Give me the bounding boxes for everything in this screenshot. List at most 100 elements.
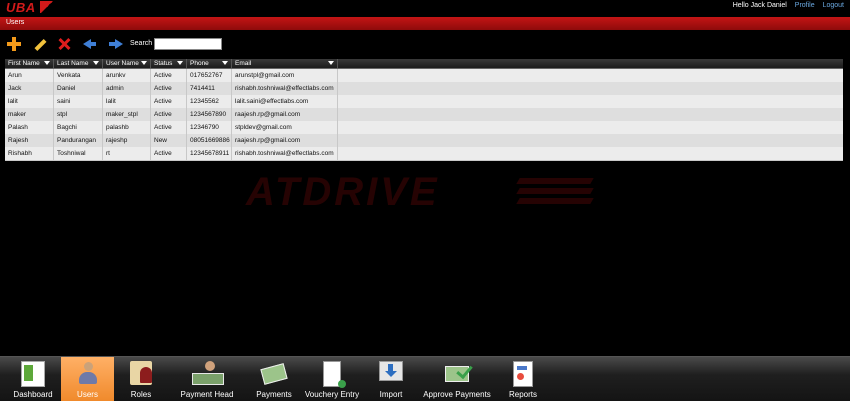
nav-label: Payment Head [180, 390, 234, 399]
cell-email: stpldev@gmail.com [232, 121, 338, 134]
table-row[interactable]: maker stpl maker_stpl Active 1234567890 … [5, 108, 843, 122]
filter-icon[interactable] [44, 61, 50, 65]
nav-item-reports[interactable]: Reports [502, 357, 544, 401]
nav-label: Import [379, 390, 403, 399]
search-input[interactable] [154, 38, 222, 50]
cell-last-name: Toshniwal [54, 147, 103, 160]
cell-first-name: Rishabh [5, 147, 54, 160]
arrow-left-icon[interactable] [82, 36, 98, 52]
users-table: First Name Last Name User Name Status Ph… [5, 59, 843, 161]
bottom-nav: Dashboard Users Roles Payment Head Payme… [0, 356, 850, 401]
cell-status: Active [151, 121, 187, 134]
search-label: Search [130, 40, 153, 47]
cell-last-name: Venkata [54, 69, 103, 82]
cell-phone: 12345678911 [187, 147, 232, 160]
cell-first-name: Jack [5, 82, 54, 95]
nav-item-users[interactable]: Users [61, 357, 114, 401]
column-header[interactable]: Last Name [54, 59, 103, 68]
cell-email: raajesh.rp@gmail.com [232, 134, 338, 147]
cell-user-name: admin [103, 82, 151, 95]
toolbar: Search [6, 36, 406, 52]
arrow-right-icon[interactable] [108, 36, 124, 52]
cell-first-name: maker [5, 108, 54, 121]
cell-user-name: rajeshp [103, 134, 151, 147]
cell-phone: 12345562 [187, 95, 232, 108]
watermark-text: ATDRIVE [246, 170, 440, 214]
cell-last-name: Daniel [54, 82, 103, 95]
table-row[interactable]: Palash Bagchi palashb Active 12346790 st… [5, 121, 843, 135]
cell-user-name: rt [103, 147, 151, 160]
cell-status: Active [151, 147, 187, 160]
cell-first-name: Arun [5, 69, 54, 82]
cell-status: Active [151, 108, 187, 121]
cell-email: rishabh.toshniwal@effectlabs.com [232, 147, 338, 160]
nav-label: Payments [256, 390, 292, 399]
table-header: First Name Last Name User Name Status Ph… [5, 59, 843, 69]
table-row[interactable]: Rishabh Toshniwal rt Active 12345678911 … [5, 147, 843, 161]
reports-icon [513, 361, 533, 387]
nav-label: Users [77, 390, 98, 399]
profile-link[interactable]: Profile [795, 2, 815, 9]
section-title-bar: Users [0, 17, 850, 30]
column-header-spacer [338, 59, 843, 68]
nav-item-dashboard[interactable]: Dashboard [8, 357, 58, 401]
cell-user-name: lalit [103, 95, 151, 108]
nav-label: Dashboard [13, 390, 53, 399]
column-header[interactable]: First Name [5, 59, 54, 68]
cell-status: New [151, 134, 187, 147]
cell-user-name: arunkv [103, 69, 151, 82]
top-bar: UBA Hello Jack Daniel Profile Logout [0, 0, 850, 17]
nav-label: Reports [508, 390, 537, 399]
table-row[interactable]: Arun Venkata arunkv Active 017652767 aru… [5, 69, 843, 83]
column-header[interactable]: Email [232, 59, 338, 68]
add-icon[interactable] [6, 36, 22, 52]
voucher-entry-icon [323, 361, 346, 388]
edit-icon[interactable] [32, 36, 48, 52]
filter-icon[interactable] [222, 61, 228, 65]
cell-phone: 1234567890 [187, 108, 232, 121]
nav-item-import[interactable]: Import [370, 357, 412, 401]
cell-phone: 7414411 [187, 82, 232, 95]
filter-icon[interactable] [177, 61, 183, 65]
cell-first-name: Rajesh [5, 134, 54, 147]
cell-last-name: Pandurangan [54, 134, 103, 147]
filter-icon[interactable] [141, 61, 147, 65]
user-links: Hello Jack Daniel Profile Logout [733, 2, 844, 9]
cell-phone: 017652767 [187, 69, 232, 82]
nav-item-roles[interactable]: Roles [118, 357, 164, 401]
watermark: ATDRIVE [246, 170, 606, 214]
column-header[interactable]: Status [151, 59, 187, 68]
nav-label: Roles [130, 390, 152, 399]
cell-first-name: lalit [5, 95, 54, 108]
column-header[interactable]: User Name [103, 59, 151, 68]
cell-email: rishabh.toshniwal@effectlabs.com [232, 82, 338, 95]
cell-status: Active [151, 95, 187, 108]
nav-item-payments[interactable]: Payments [250, 357, 298, 401]
nav-item-payment-head[interactable]: Payment Head [174, 357, 240, 401]
payments-icon [260, 363, 288, 385]
table-row[interactable]: Jack Daniel admin Active 7414411 rishabh… [5, 82, 843, 96]
cell-user-name: maker_stpl [103, 108, 151, 121]
users-icon [77, 361, 99, 385]
nav-item-approve-payments[interactable]: Approve Payments [418, 357, 496, 401]
nav-label: Vouchery Entry [304, 390, 360, 399]
dashboard-icon [21, 361, 45, 387]
filter-icon[interactable] [93, 61, 99, 65]
filter-icon[interactable] [328, 61, 334, 65]
logo-mark-icon [40, 1, 54, 13]
logout-link[interactable]: Logout [823, 2, 844, 9]
table-row[interactable]: lalit saini lalit Active 12345562 lalit.… [5, 95, 843, 109]
roles-icon [130, 361, 152, 385]
delete-icon[interactable] [56, 36, 72, 52]
nav-item-vouchery-entry[interactable]: Vouchery Entry [300, 357, 364, 401]
column-header[interactable]: Phone [187, 59, 232, 68]
payment-head-icon [192, 361, 224, 385]
cell-first-name: Palash [5, 121, 54, 134]
cell-email: arunstpl@gmail.com [232, 69, 338, 82]
import-icon [379, 361, 403, 381]
cell-phone: 12346790 [187, 121, 232, 134]
table-row[interactable]: Rajesh Pandurangan rajeshp New 080516698… [5, 134, 843, 148]
cell-last-name: stpl [54, 108, 103, 121]
approve-payments-icon [445, 366, 469, 382]
cell-email: lalit.saini@effectlabs.com [232, 95, 338, 108]
